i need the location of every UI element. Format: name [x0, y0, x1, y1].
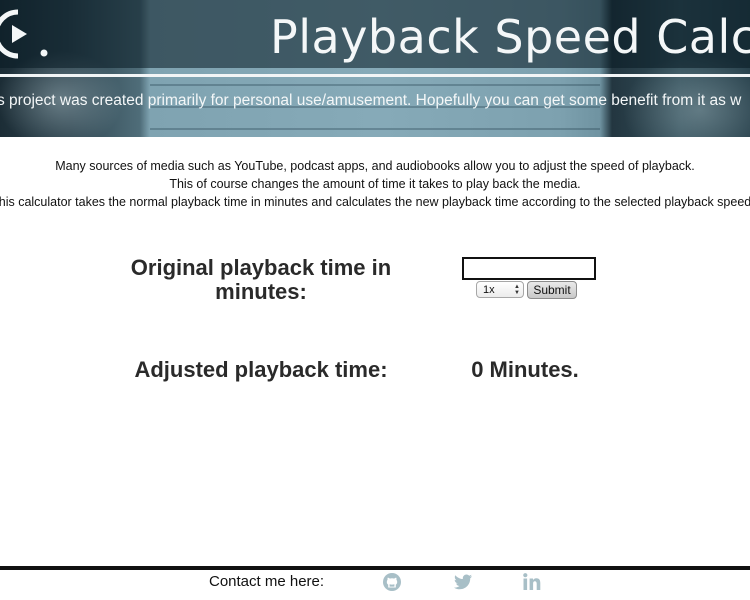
banner-stripe [150, 128, 600, 130]
github-icon [383, 573, 401, 591]
site-title: Playback Speed Calcula [270, 10, 750, 64]
twitter-icon [454, 574, 472, 590]
intro-line-3-clip: his calculator takes the normal playback… [0, 193, 750, 211]
speed-select-value: 1x [483, 283, 495, 296]
original-time-input[interactable] [462, 257, 596, 280]
speed-select[interactable]: 1x ▲ ▼ [476, 281, 524, 298]
banner-rule [0, 74, 750, 77]
play-circle-logo-icon [0, 9, 48, 59]
header-banner: Playback Speed Calcula s project was cre… [0, 0, 750, 137]
original-time-label: Original playback time in minutes: [130, 255, 392, 304]
intro-text: Many sources of media such as YouTube, p… [0, 157, 750, 211]
site-tagline: s project was created primarily for pers… [0, 92, 742, 109]
select-arrows-icon: ▲ ▼ [514, 284, 520, 296]
banner-stripe [150, 84, 600, 86]
contact-label: Contact me here: [209, 573, 325, 590]
intro-line-1: Many sources of media such as YouTube, p… [55, 159, 695, 173]
twitter-link[interactable] [453, 572, 473, 592]
site-logo[interactable] [0, 2, 50, 66]
intro-line-3: his calculator takes the normal playback… [0, 195, 750, 209]
intro-line-2: This of course changes the amount of tim… [169, 177, 581, 191]
footer-divider [0, 566, 750, 570]
linkedin-icon [523, 573, 541, 590]
linkedin-link[interactable] [522, 572, 542, 592]
submit-button[interactable]: Submit [527, 281, 577, 299]
github-link[interactable] [382, 572, 402, 592]
adjusted-time-result: 0 Minutes. [471, 357, 579, 382]
adjusted-time-label: Adjusted playback time: [134, 357, 388, 382]
